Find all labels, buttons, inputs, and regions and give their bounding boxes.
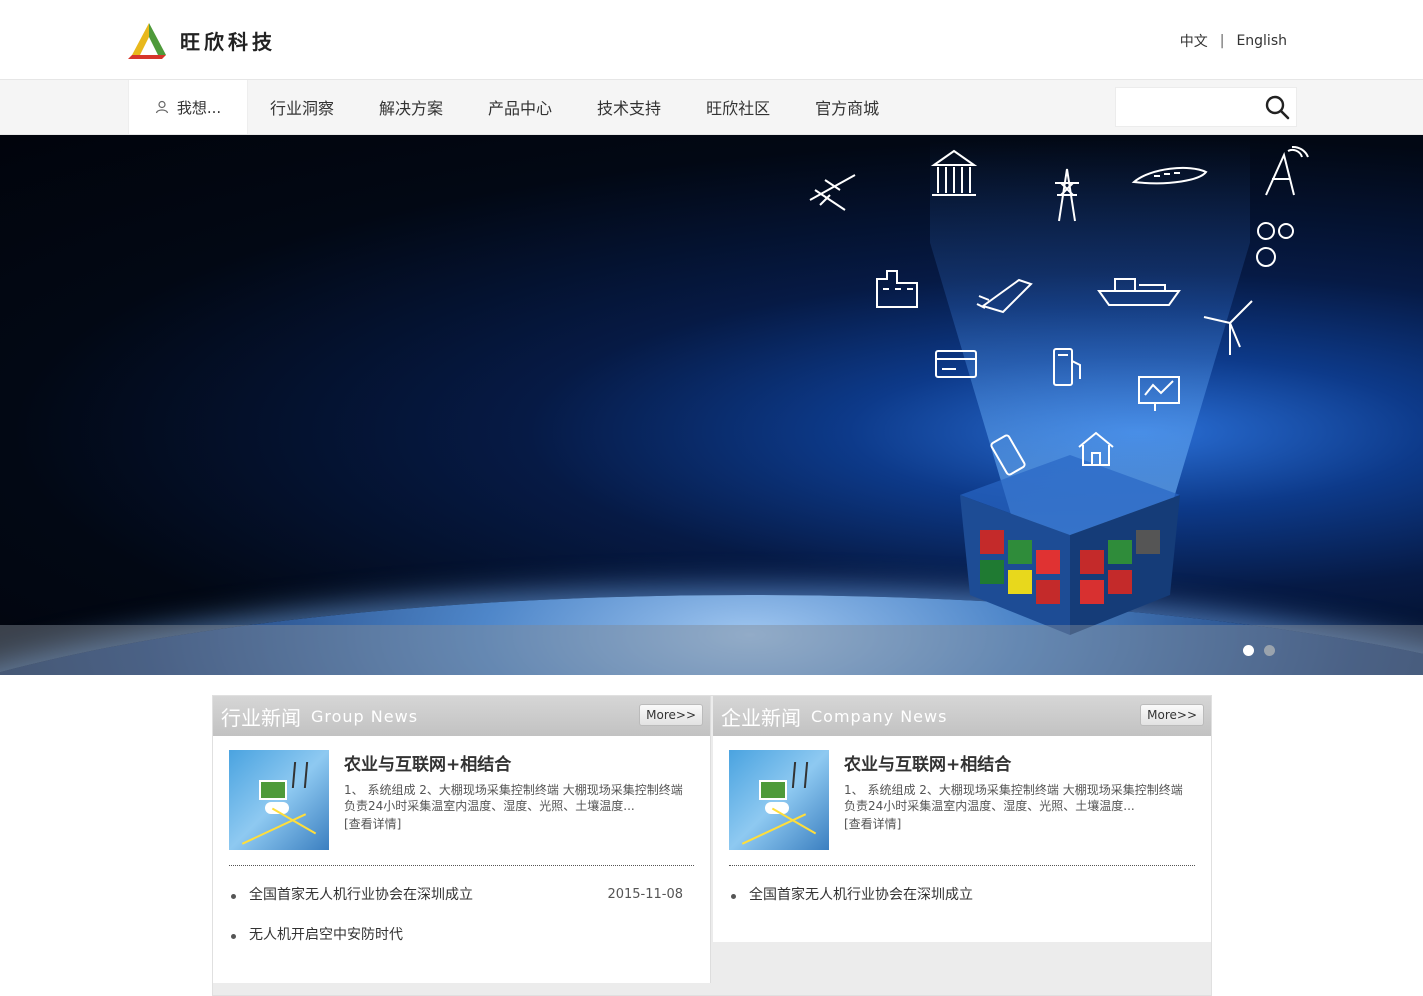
monitor-chart-icon [1138,376,1180,411]
lang-zh-link[interactable]: 中文 [1180,31,1208,51]
power-tower-icon [1055,168,1079,222]
logo-text: 旺欣科技 [180,29,276,54]
group-news-title-cn: 行业新闻 [221,705,301,730]
credit-card-icon [935,350,977,378]
news-section: 行业新闻 Group News More>> 农业与互联网+相结合 1、 系统组… [212,695,1212,996]
feature-thumbnail[interactable] [229,750,329,850]
slide-dot-2[interactable] [1264,645,1275,656]
i-want-menu[interactable]: 我想... [128,80,248,134]
bullet-train-icon [1131,166,1208,185]
search-input[interactable] [1116,88,1256,126]
feature-summary: 1、 系统组成 2、大棚现场采集控制终端 大棚现场采集控制终端负责24小时采集温… [344,783,683,813]
house-icon [1078,431,1114,466]
feature-title[interactable]: 农业与互联网+相结合 [344,750,511,775]
news-item-title[interactable]: 全国首家无人机行业协会在深圳成立 [749,887,973,903]
nav-item-community[interactable]: 旺欣社区 [706,95,770,119]
group-news-panel: 行业新闻 Group News More>> 农业与互联网+相结合 1、 系统组… [213,696,711,983]
lang-separator: | [1219,33,1225,49]
feature-thumbnail[interactable] [729,750,829,850]
fuel-pump-icon [1053,348,1081,386]
company-news-header: 企业新闻 Company News More>> [713,696,1211,736]
company-news-more-button[interactable]: More>> [1140,704,1204,726]
language-switcher: 中文 | English [1180,31,1287,51]
news-item-title[interactable]: 全国首家无人机行业协会在深圳成立 [249,887,473,903]
group-news-header: 行业新闻 Group News More>> [213,696,710,736]
factory-icon [876,270,918,308]
company-news-panel: 企业新闻 Company News More>> 农业与互联网+相结合 1、 系… [713,696,1211,942]
search-box [1115,87,1297,127]
group-news-title-en: Group News [311,706,419,726]
feature-detail-link[interactable]: [查看详情] [844,815,901,832]
bank-icon [930,149,978,196]
news-item-date: 2015-11-08 [607,887,683,902]
main-nav: 我想... 行业洞察 解决方案 产品中心 技术支持 旺欣社区 官方商城 [0,80,1423,135]
feature-title[interactable]: 农业与互联网+相结合 [844,750,1011,775]
i-want-label: 我想... [176,98,222,117]
nav-item-support[interactable]: 技术支持 [597,95,661,119]
smartphone-icon [990,434,1026,476]
company-news-title-cn: 企业新闻 [721,705,801,730]
company-news-feature: 农业与互联网+相结合 1、 系统组成 2、大棚现场采集控制终端 大棚现场采集控制… [729,736,1195,866]
group-news-more-button[interactable]: More>> [639,704,703,726]
nav-items: 行业洞察 解决方案 产品中心 技术支持 旺欣社区 官方商城 [270,80,924,134]
nav-item-products[interactable]: 产品中心 [488,95,552,119]
logo[interactable]: 旺欣科技 [128,20,276,60]
nav-item-insight[interactable]: 行业洞察 [270,95,334,119]
gears-icon [1256,222,1294,267]
slide-dot-1[interactable] [1243,645,1254,656]
company-news-list: 全国首家无人机行业协会在深圳成立 [729,866,1195,920]
wind-turbine-icon [1203,300,1253,355]
search-icon[interactable] [1264,94,1290,120]
airplane-icon [809,174,856,211]
ship-icon [1097,278,1181,306]
feature-summary: 1、 系统组成 2、大棚现场采集控制终端 大棚现场采集控制终端负责24小时采集温… [844,783,1183,813]
list-item: 全国首家无人机行业协会在深圳成立 [729,880,1195,920]
user-icon [155,100,168,114]
radio-tower-icon [1265,145,1309,196]
feature-detail-link[interactable]: [查看详情] [344,815,401,832]
list-item: 全国首家无人机行业协会在深圳成立 2015-11-08 [229,880,694,920]
list-item: 无人机开启空中安防时代 [229,920,694,960]
group-news-list: 全国首家无人机行业协会在深圳成立 2015-11-08 无人机开启空中安防时代 [229,866,694,960]
slide-indicators [1233,645,1275,656]
site-header: 旺欣科技 中文 | English [0,0,1423,80]
nav-item-store[interactable]: 官方商城 [815,95,879,119]
logo-triangle-icon [128,23,166,59]
nav-item-solutions[interactable]: 解决方案 [379,95,443,119]
group-news-feature: 农业与互联网+相结合 1、 系统组成 2、大棚现场采集控制终端 大棚现场采集控制… [229,736,694,866]
hero-banner[interactable] [0,135,1423,675]
rubiks-cube-image [960,455,1180,635]
company-news-title-en: Company News [811,706,948,726]
lang-en-link[interactable]: English [1236,33,1287,49]
news-item-title[interactable]: 无人机开启空中安防时代 [249,927,403,943]
banner-caption-bar [0,625,1423,675]
car-icon [976,278,1033,314]
